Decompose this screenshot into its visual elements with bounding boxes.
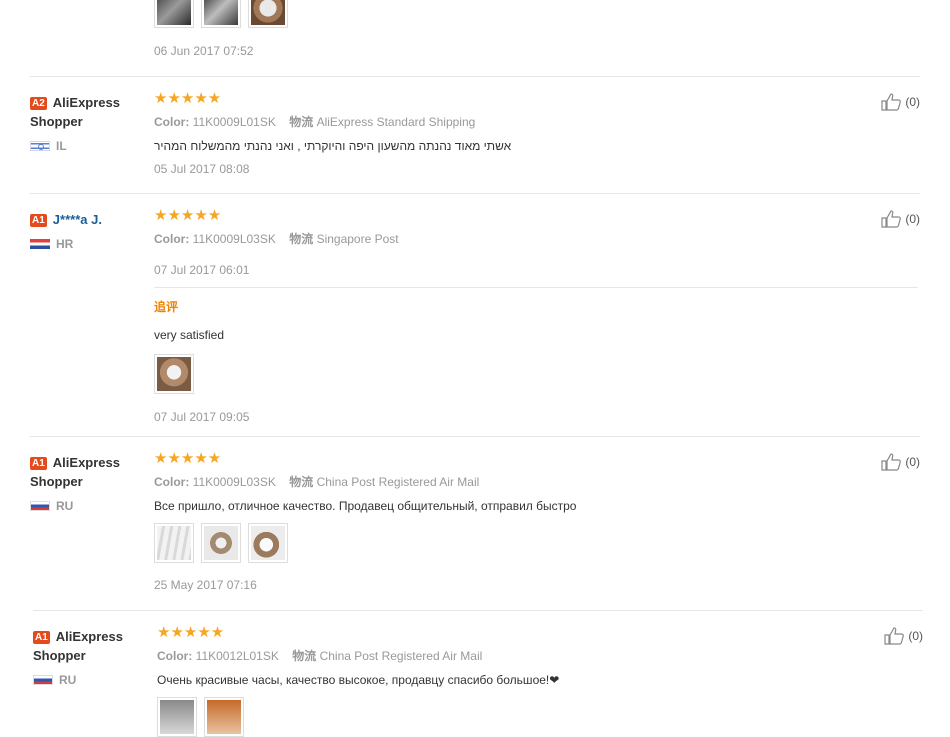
reviewer-country: RU <box>30 499 150 513</box>
review-meta: Color: 11K0012L01SK 物流 China Post Regist… <box>157 649 483 663</box>
reviewer-name: A1 AliExpress Shopper <box>33 629 123 663</box>
helpful-count: (0) <box>905 212 920 226</box>
color-value: 11K0009L03SK <box>192 475 276 489</box>
reviewer-country: HR <box>30 237 150 251</box>
star-rating: ★★★★★ <box>154 207 222 224</box>
buyer-level-badge: A1 <box>30 457 47 470</box>
reviewer-info: A1 AliExpress Shopper RU <box>33 627 153 687</box>
review-meta: Color: 11K0009L03SK 物流 Singapore Post <box>154 232 399 246</box>
review-item: A1 AliExpress Shopper RU ★★★★★ Color: 11K… <box>33 610 923 737</box>
helpful-count: (0) <box>905 455 920 469</box>
follow-up-label: 追评 <box>154 300 179 314</box>
reviewer-info: A1 AliExpress Shopper RU <box>30 453 150 513</box>
review-date: 05 Jul 2017 08:08 <box>154 162 250 176</box>
shipping-value: China Post Registered Air Mail <box>319 649 483 663</box>
follow-up-date: 07 Jul 2017 09:05 <box>154 410 250 424</box>
reviewer-name[interactable]: A1 J****a J. <box>30 210 150 229</box>
helpful-count: (0) <box>905 95 920 109</box>
review-photos <box>154 0 288 28</box>
review-date: 25 May 2017 07:16 <box>154 578 257 592</box>
follow-up-text: very satisfied <box>154 328 225 342</box>
review-text: Очень красивые часы, качество высокое, п… <box>157 673 560 687</box>
shipping-value: China Post Registered Air Mail <box>316 475 480 489</box>
reviewer-country: IL <box>30 139 150 153</box>
review-date: 06 Jun 2017 07:52 <box>154 44 254 58</box>
russia-flag-icon <box>33 675 53 685</box>
review-text: אשתי מאוד נהנתה מהשעון היפה והיוקרתי , ו… <box>154 139 512 153</box>
review-content: ★★★★★ Color: 11K0009L03SK 物流 China Post … <box>154 451 794 592</box>
buyer-level-badge: A2 <box>30 97 47 110</box>
reviewer-info: A1 J****a J. HR <box>30 210 150 251</box>
shipping-value: Singapore Post <box>316 232 399 246</box>
color-value: 11K0009L03SK <box>192 232 276 246</box>
review-photo[interactable] <box>204 697 244 737</box>
review-photo[interactable] <box>154 354 194 394</box>
helpful-button[interactable]: (0) <box>880 210 920 228</box>
previous-review-tail: 06 Jun 2017 07:52 <box>154 0 288 58</box>
helpful-button[interactable]: (0) <box>880 93 920 111</box>
reviewer-country: RU <box>33 673 153 687</box>
helpful-count: (0) <box>908 629 923 643</box>
review-photos <box>157 697 797 737</box>
shipping-value: AliExpress Standard Shipping <box>316 115 476 129</box>
buyer-level-badge: A1 <box>33 631 50 644</box>
country-code: RU <box>59 673 77 687</box>
reviewer-info: A2 AliExpress Shopper IL <box>30 93 150 153</box>
country-code: HR <box>56 237 74 251</box>
croatia-flag-icon <box>30 239 50 249</box>
reviewer-name: A2 AliExpress Shopper <box>30 95 120 129</box>
review-photo[interactable] <box>248 0 288 28</box>
country-code: IL <box>56 139 67 153</box>
country-code: RU <box>56 499 74 513</box>
israel-flag-icon <box>30 141 50 151</box>
review-photos <box>154 354 918 394</box>
follow-up-review: 追评 very satisfied 07 Jul 2017 09:05 <box>154 287 918 424</box>
thumbs-up-icon <box>881 93 902 111</box>
review-content: ★★★★★ Color: 11K0009L01SK 物流 AliExpress … <box>154 90 794 177</box>
review-photo[interactable] <box>154 0 194 28</box>
thumbs-up-icon <box>881 210 902 228</box>
russia-flag-icon <box>30 501 50 511</box>
review-photo[interactable] <box>201 0 241 28</box>
helpful-button[interactable]: (0) <box>883 627 923 645</box>
reviewer-name: A1 AliExpress Shopper <box>30 455 120 489</box>
review-photo[interactable] <box>154 523 194 563</box>
review-content: ★★★★★ Color: 11K0012L01SK 物流 China Post … <box>157 625 797 737</box>
star-rating: ★★★★★ <box>157 624 225 641</box>
review-photo[interactable] <box>248 523 288 563</box>
review-item: A1 AliExpress Shopper RU ★★★★★ Color: 11K… <box>30 436 920 610</box>
helpful-button[interactable]: (0) <box>880 453 920 471</box>
review-item: A2 AliExpress Shopper IL ★★★★★ Color: 11K… <box>30 76 920 193</box>
star-rating: ★★★★★ <box>154 450 222 467</box>
review-meta: Color: 11K0009L03SK 物流 China Post Regist… <box>154 475 480 489</box>
star-rating: ★★★★★ <box>154 90 222 107</box>
buyer-level-badge: A1 <box>30 214 47 227</box>
review-photos <box>154 523 794 563</box>
review-text: Все пришло, отличное качество. Продавец … <box>154 499 577 513</box>
review-date: 07 Jul 2017 06:01 <box>154 263 250 277</box>
review-photo[interactable] <box>201 523 241 563</box>
review-photo[interactable] <box>157 697 197 737</box>
color-value: 11K0009L01SK <box>192 115 276 129</box>
review-content: ★★★★★ Color: 11K0009L03SK 物流 Singapore P… <box>154 207 918 424</box>
thumbs-up-icon <box>881 453 902 471</box>
color-value: 11K0012L01SK <box>195 649 279 663</box>
review-meta: Color: 11K0009L01SK 物流 AliExpress Standa… <box>154 115 476 129</box>
thumbs-up-icon <box>884 627 905 645</box>
review-item: A1 J****a J. HR ★★★★★ Color: 11K0009L03SK… <box>30 193 920 437</box>
